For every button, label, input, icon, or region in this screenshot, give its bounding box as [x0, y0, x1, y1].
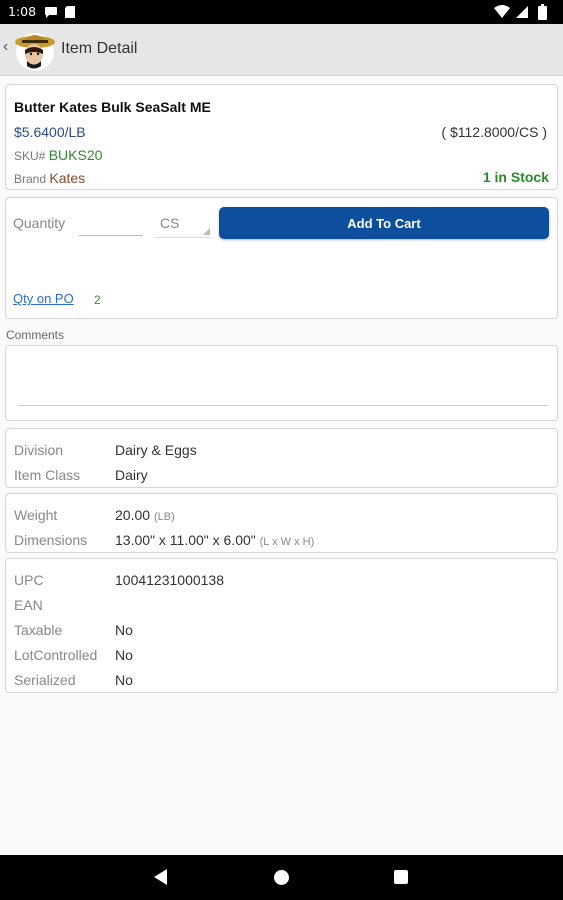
- back-arrow-icon[interactable]: ‹: [3, 38, 8, 56]
- app-bar: ‹ Item Detail: [0, 24, 563, 76]
- status-time: 1:08: [8, 4, 37, 19]
- attributes-card: UPC 10041231000138 EAN Taxable No LotCon…: [5, 558, 558, 693]
- brand-label: Brand: [14, 172, 47, 186]
- nav-recents-icon[interactable]: [394, 870, 408, 884]
- product-name: Butter Kates Bulk SeaSalt ME: [14, 99, 211, 115]
- order-card: Quantity CS Add To Cart Qty on PO 2: [5, 197, 558, 319]
- weight-label: Weight: [14, 507, 58, 523]
- comments-card[interactable]: [5, 345, 558, 421]
- nav-home-icon[interactable]: [274, 870, 289, 885]
- serialized-value: No: [115, 672, 133, 688]
- system-nav-bar: [0, 855, 563, 900]
- unit-select[interactable]: CS: [154, 210, 212, 238]
- brand: Brand Kates: [14, 170, 85, 186]
- weight-value: 20.00: [115, 507, 151, 523]
- comments-input[interactable]: [18, 405, 548, 406]
- dimensions-unit: (L x W x H): [259, 536, 315, 548]
- weight-unit: (LB): [153, 511, 175, 523]
- brand-logo: [15, 33, 55, 71]
- add-to-cart-button[interactable]: Add To Cart: [219, 207, 549, 239]
- division-value: Dairy & Eggs: [115, 442, 197, 458]
- quantity-label: Quantity: [13, 215, 66, 231]
- cell-signal-icon: [516, 6, 528, 18]
- qty-on-po-value: 2: [94, 293, 101, 307]
- status-bar: 1:08: [0, 0, 563, 24]
- page-title: Item Detail: [61, 40, 138, 57]
- brand-value: Kates: [49, 170, 86, 186]
- unit-select-value: CS: [160, 215, 180, 231]
- lot-controlled-label: LotControlled: [14, 647, 98, 663]
- nav-back-icon[interactable]: [154, 869, 167, 885]
- product-card: Butter Kates Bulk SeaSalt ME $5.6400/LB …: [5, 84, 558, 190]
- comments-label: Comments: [6, 328, 65, 342]
- dimensions-value: 13.00" x 11.00" x 6.00": [115, 532, 256, 548]
- dimensions-label: Dimensions: [14, 532, 88, 548]
- unit-price: $5.6400/LB: [14, 124, 86, 140]
- sim-card-icon: [65, 6, 75, 18]
- ean-label: EAN: [14, 597, 43, 613]
- dropdown-corner-icon: [203, 228, 210, 235]
- wifi-icon: [494, 5, 510, 18]
- upc-label: UPC: [14, 572, 44, 588]
- upc-value: 10041231000138: [115, 572, 225, 588]
- division-label: Division: [14, 442, 64, 458]
- case-price: ( $112.8000/CS ): [441, 124, 547, 140]
- sku: SKU# BUKS20: [14, 147, 102, 163]
- item-class-value: Dairy: [115, 467, 148, 483]
- message-icon: [45, 7, 57, 18]
- taxable-label: Taxable: [14, 622, 63, 638]
- sku-value: BUKS20: [48, 147, 103, 163]
- stock-status: 1 in Stock: [482, 169, 549, 185]
- taxable-value: No: [115, 622, 133, 638]
- classification-card: Division Dairy & Eggs Item Class Dairy: [5, 428, 558, 488]
- lot-controlled-value: No: [115, 647, 133, 663]
- dimensions-value-group: 13.00" x 11.00" x 6.00" (L x W x H): [115, 532, 314, 548]
- serialized-label: Serialized: [14, 672, 76, 688]
- dimensions-card: Weight 20.00 (LB) Dimensions 13.00" x 11…: [5, 493, 558, 553]
- sku-label: SKU#: [14, 149, 46, 163]
- quantity-input[interactable]: [79, 210, 143, 236]
- item-class-label: Item Class: [14, 467, 81, 483]
- battery-icon: [538, 4, 547, 20]
- weight-value-group: 20.00 (LB): [115, 507, 175, 523]
- qty-on-po-link[interactable]: Qty on PO: [13, 291, 74, 306]
